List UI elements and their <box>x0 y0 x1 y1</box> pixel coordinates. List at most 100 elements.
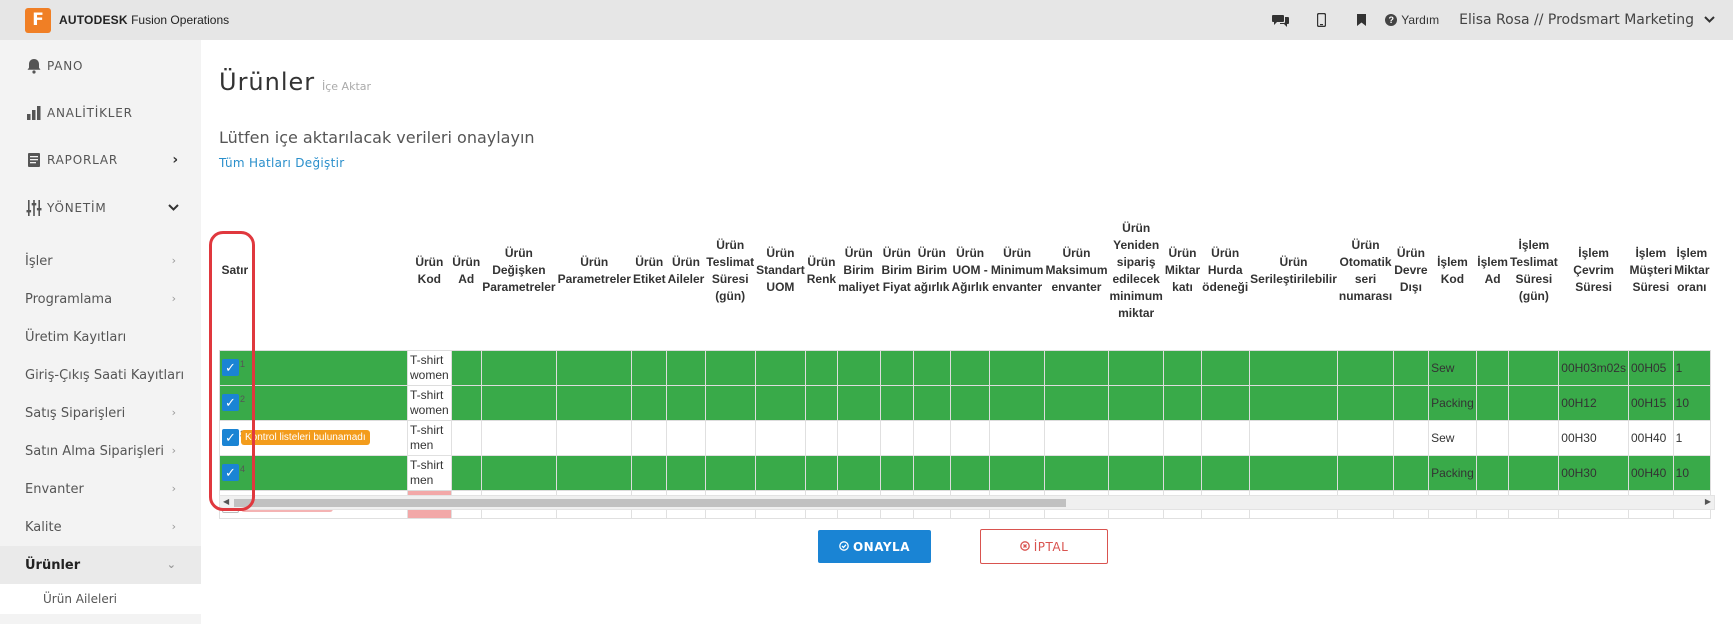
sidebar-item-yonetim[interactable]: YÖNETİM <box>0 182 201 234</box>
operation-code-cell: Packing <box>1428 384 1477 421</box>
sidebar-sub-label: Kalite <box>25 519 62 535</box>
table-cell <box>556 349 633 386</box>
bell-icon <box>25 57 43 75</box>
table-cell <box>1200 419 1250 456</box>
table-cell <box>836 349 881 386</box>
table-cell <box>805 349 838 386</box>
column-header: Ürün Aileler <box>667 254 705 286</box>
table-cell <box>754 419 807 456</box>
table-cell <box>836 419 881 456</box>
column-header: Ürün Miktar katı <box>1164 246 1201 295</box>
sidebar-item-isler[interactable]: İşler › <box>0 242 201 280</box>
column-header: İşlem Müşteri Süresi <box>1629 246 1673 295</box>
table-cell <box>480 349 558 386</box>
chevron-down-icon <box>168 202 179 215</box>
chevron-right-icon: › <box>171 254 176 267</box>
column-header: Ürün Renk <box>806 254 837 286</box>
table-cell <box>1337 384 1394 421</box>
table-cell <box>631 419 668 456</box>
sidebar-item-envanter[interactable]: Envanter › <box>0 470 201 508</box>
table-cell <box>704 419 756 456</box>
table-cell <box>1043 454 1109 491</box>
sidebar-sub-label: Envanter <box>25 481 84 497</box>
customer-time-cell: 00H05 <box>1627 349 1674 386</box>
scroll-thumb[interactable] <box>234 499 1066 507</box>
sidebar-item-pano[interactable]: PANO <box>0 40 201 92</box>
table-cell <box>989 349 1045 386</box>
cancel-label: İPTAL <box>1033 539 1069 554</box>
column-header: Ürün Kod <box>415 254 444 286</box>
table-cell <box>989 419 1045 456</box>
table-cell <box>450 349 482 386</box>
toggle-all-lines-link[interactable]: Tüm Hatları Değiştir <box>219 156 344 170</box>
brand-bold: AUTODESK <box>59 13 128 27</box>
cycle-time-cell: 00H03m02s <box>1558 349 1629 386</box>
table-cell <box>1508 349 1560 386</box>
sidebar-label: ANALİTİKLER <box>47 106 133 120</box>
table-cell <box>1163 384 1202 421</box>
sidebar-item-kalite[interactable]: Kalite › <box>0 508 201 546</box>
sidebar-label: YÖNETİM <box>47 201 107 215</box>
chevron-right-icon: › <box>171 406 176 419</box>
table-cell <box>1337 454 1394 491</box>
sidebar-item-uretim-kayitlari[interactable]: Üretim Kayıtları <box>0 318 201 356</box>
help-icon: ? <box>1385 14 1398 26</box>
table-header-row: Satır Ürün Kod Ürün Ad Ürün Değişken Parame… <box>220 192 1711 350</box>
sidebar-item-giris-cikis[interactable]: Giriş-Çıkış Saati Kayıtları <box>0 356 201 394</box>
operation-code-cell: Sew <box>1428 349 1477 386</box>
table-cell <box>704 384 756 421</box>
table-cell <box>879 349 914 386</box>
page-subtitle: İçe Aktar <box>322 80 372 93</box>
table-cell <box>805 454 838 491</box>
chevron-right-icon: › <box>172 152 179 168</box>
sidebar-item-satin-alma[interactable]: Satın Alma Siparişleri › <box>0 432 201 470</box>
mobile-icon[interactable] <box>1301 0 1341 40</box>
customer-time-cell: 00H40 <box>1627 419 1674 456</box>
customer-time-cell: 00H15 <box>1627 384 1674 421</box>
cancel-button[interactable]: İPTAL <box>980 529 1108 564</box>
sidebar-item-urunler[interactable]: Ürünler ⌄ <box>0 546 201 584</box>
table-cell <box>754 349 807 386</box>
sidebar-item-satis-siparisleri[interactable]: Satış Siparişleri › <box>0 394 201 432</box>
user-menu[interactable]: Elisa Rosa // Prodsmart Marketing <box>1459 12 1715 28</box>
table-cell <box>949 384 991 421</box>
bookmark-icon[interactable] <box>1341 0 1381 40</box>
table-cell <box>805 384 838 421</box>
confirm-button[interactable]: ONAYLA <box>818 530 931 563</box>
column-header: Ürün Teslimat Süresi (gün) <box>706 237 755 303</box>
column-header: İşlem Teslimat Süresi (gün) <box>1509 237 1558 303</box>
column-header: Ürün Yeniden sipariş edilecek minimum mi… <box>1109 220 1163 320</box>
help-link[interactable]: ? Yardım <box>1385 13 1439 27</box>
table-cell <box>1200 349 1250 386</box>
sidebar-sub-label: Satın Alma Siparişleri <box>25 443 164 459</box>
table-cell <box>1163 349 1202 386</box>
sidebar: PANO ANALİTİKLER RAPORLAR › YÖNETİM İşle… <box>0 40 201 624</box>
user-label: Elisa Rosa // Prodsmart Marketing <box>1459 12 1694 28</box>
table-cell <box>1248 454 1339 491</box>
column-header: Ürün Standart UOM <box>756 246 805 295</box>
table-cell <box>1475 454 1510 491</box>
scroll-right-icon[interactable]: ▶ <box>1705 497 1711 506</box>
brand-name: AUTODESK Fusion Operations <box>59 13 229 27</box>
column-header: Ürün Etiket <box>632 254 666 286</box>
chevron-right-icon: › <box>171 482 176 495</box>
table-cell <box>704 454 756 491</box>
sidebar-item-analitikler[interactable]: ANALİTİKLER <box>0 87 201 139</box>
table-cell <box>556 419 633 456</box>
table-cell <box>989 454 1045 491</box>
chat-icon[interactable] <box>1261 0 1301 40</box>
sidebar-item-urun-aileleri[interactable]: Ürün Aileleri <box>0 584 201 614</box>
table-cell <box>666 349 706 386</box>
sidebar-item-programlama[interactable]: Programlama › <box>0 280 201 318</box>
table-cell <box>1475 384 1510 421</box>
sidebar-item-raporlar[interactable]: RAPORLAR › <box>0 134 201 186</box>
table-cell <box>949 454 991 491</box>
cycle-time-cell: 00H12 <box>1558 384 1629 421</box>
product-code-cell: T-shirt men <box>407 454 452 491</box>
chevron-down-icon <box>1704 12 1715 28</box>
horizontal-scrollbar[interactable]: ◀ ▶ <box>219 495 1715 510</box>
table-cell <box>836 384 881 421</box>
main-content: Ürünler İçe Aktar Lütfen içe aktarılacak… <box>201 40 1733 624</box>
fusion-logo[interactable]: F <box>25 7 51 33</box>
sidebar-subsub-label: Ürün Aileleri <box>43 592 117 606</box>
